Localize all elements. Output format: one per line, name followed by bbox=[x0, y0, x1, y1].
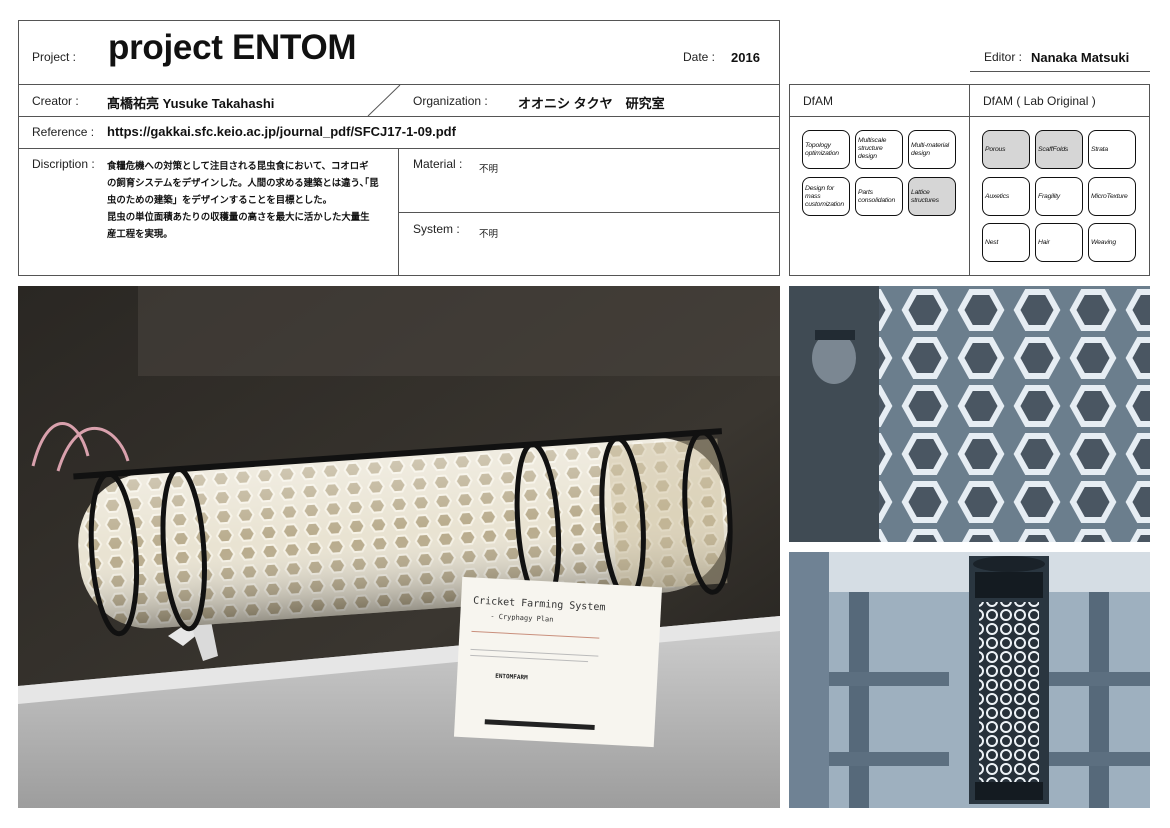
organization-label: Organization : bbox=[413, 94, 488, 108]
project-title: project ENTOM bbox=[108, 28, 357, 67]
project-label: Project : bbox=[32, 50, 77, 64]
material-value: 不明 bbox=[479, 164, 499, 175]
chip-strata[interactable]: Strata bbox=[1088, 130, 1136, 169]
vertical-unit-photo bbox=[789, 552, 1150, 808]
material-label: Material : bbox=[413, 157, 463, 171]
chip-design-for-mass-customization[interactable]: Design for mass customization bbox=[802, 177, 850, 216]
lattice-closeup-photo bbox=[789, 286, 1150, 542]
chip-lattice-structures[interactable]: Lattice structures bbox=[908, 177, 956, 216]
system-label: System : bbox=[413, 222, 460, 236]
chip-scaffolds[interactable]: ScaffFolds bbox=[1035, 130, 1083, 169]
reference-link[interactable]: https://gakkai.sfc.keio.ac.jp/journal_pd… bbox=[107, 124, 456, 139]
main-photo-illustration: Cricket Farming System - Cryphagy Plan E… bbox=[18, 286, 780, 808]
chip-fragility[interactable]: Fragility bbox=[1035, 177, 1083, 216]
chip-hair[interactable]: Hair bbox=[1035, 223, 1083, 262]
chip-multi-material-design[interactable]: Multi-material design bbox=[908, 130, 956, 169]
description-line: 昆虫の単位面積あたりの収穫量の高さを最大に活かした大量生 bbox=[107, 212, 370, 223]
chip-porous[interactable]: Porous bbox=[982, 130, 1030, 169]
dfam-heading: DfAM bbox=[803, 94, 833, 108]
description-line: の飼育システムをデザインした。人間の求める建築とは違う､｢昆 bbox=[107, 178, 379, 189]
organization-value: オオニシ タクヤ 研究室 bbox=[518, 96, 665, 111]
row-divider-2 bbox=[18, 148, 780, 149]
editor-underline bbox=[970, 71, 1150, 72]
description-label: Discription : bbox=[32, 157, 95, 171]
date-label: Date : bbox=[683, 50, 716, 64]
description-text: 食糧危機への対策として注目される昆虫食において、コオロギ の飼育システムをデザイ… bbox=[107, 158, 393, 243]
material-system-divider bbox=[398, 212, 780, 213]
chip-weaving[interactable]: Weaving bbox=[1088, 223, 1136, 262]
dfam-lab-heading: DfAM ( Lab Original ) bbox=[983, 94, 1096, 108]
chip-multiscale-structure-design[interactable]: Multiscale structure design bbox=[855, 130, 903, 169]
description-line: 食糧危機への対策として注目される昆虫食において、コオロギ bbox=[107, 161, 369, 172]
description-line: 産工程を実現。 bbox=[107, 229, 173, 240]
chip-microtexture[interactable]: MicroTexture bbox=[1088, 177, 1136, 216]
main-photo: Cricket Farming System - Cryphagy Plan E… bbox=[18, 286, 780, 808]
editor-label: Editor : bbox=[984, 50, 1023, 64]
chip-topology-optimization[interactable]: Topology optimization bbox=[802, 130, 850, 169]
creator-value: 髙橋祐亮 Yusuke Takahashi bbox=[107, 96, 275, 111]
chip-parts-consolidation[interactable]: Parts consolidation bbox=[855, 177, 903, 216]
creator-label: Creator : bbox=[32, 94, 79, 108]
description-line: 虫のための建築」をデザインすることを目標とした。 bbox=[107, 195, 333, 206]
creator-divider-slash bbox=[367, 84, 401, 117]
chip-nest[interactable]: Nest bbox=[982, 223, 1030, 262]
editor-value: Nanaka Matsuki bbox=[1031, 50, 1130, 65]
dfam-column-divider bbox=[969, 84, 970, 276]
system-value: 不明 bbox=[479, 229, 499, 240]
lattice-closeup-illustration bbox=[789, 286, 1150, 542]
date-value: 2016 bbox=[731, 50, 760, 65]
reference-label: Reference : bbox=[32, 125, 95, 139]
vertical-unit-illustration bbox=[789, 552, 1150, 808]
chip-auxetics[interactable]: Auxetics bbox=[982, 177, 1030, 216]
